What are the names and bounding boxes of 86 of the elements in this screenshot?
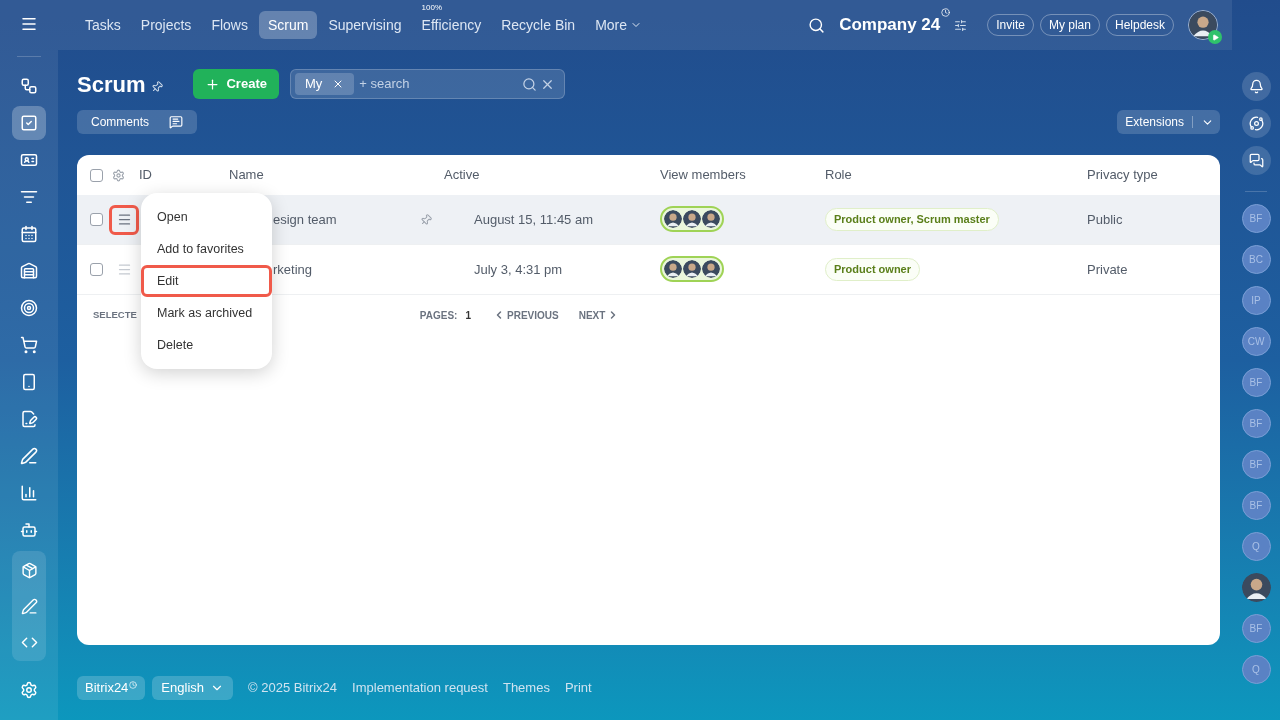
bell-icon [1248,79,1264,94]
nav-tab[interactable]: Supervising [319,11,411,39]
extensions-button[interactable]: Extensions [1117,110,1220,134]
target-icon [20,298,38,317]
members-group[interactable] [660,205,724,232]
settings-icon [20,681,38,699]
search-icon[interactable] [521,76,537,92]
clock-icon [129,681,138,689]
avatar [664,259,682,278]
bar-chart-icon [20,483,38,502]
comments-button[interactable]: Comments [77,110,197,134]
avatar [683,259,701,278]
language-select[interactable]: English [152,676,233,700]
plus-icon [205,76,221,92]
orbit-button[interactable] [1241,109,1271,138]
avatar [1241,573,1271,602]
nav-tab[interactable]: Projects [131,11,201,39]
document-icon [20,409,38,428]
role-tag: Product owner [825,258,920,281]
menu-icon [116,212,132,227]
filter-tag[interactable]: My [294,73,355,95]
column-header[interactable]: Name [229,167,264,183]
table-cell[interactable]: rketing [273,259,313,280]
table-cell: Private [1087,261,1128,277]
avatar [683,209,701,228]
nav-tab[interactable]: Recycle Bin [492,11,585,39]
pen-icon [20,446,38,465]
next-link[interactable]: NEXT [578,307,620,323]
column-header[interactable]: Privacy type [1087,167,1158,183]
clock-icon [941,8,951,17]
company-name[interactable]: Company 24 [839,12,941,38]
table-cell: July 3, 4:31 pm [474,261,563,277]
menu-item[interactable]: Mark as archived [141,297,272,329]
table-cell[interactable]: esign team [273,209,337,230]
row-menu-button[interactable] [109,204,139,235]
column-header[interactable]: View members [660,167,746,183]
checkbox[interactable] [90,263,103,276]
menu-item[interactable]: Edit [141,265,272,297]
avatar [702,259,720,278]
robot-icon [20,520,38,539]
orbit-icon [1248,116,1264,131]
nav-tab[interactable]: Flows [202,11,257,39]
percent-label: 100% [421,4,442,12]
bell-button[interactable] [1241,72,1271,101]
table-cell: August 15, 11:45 am [474,211,593,227]
page-number[interactable]: 1 [465,307,471,323]
role-tag: Product owner, Scrum master [825,208,999,231]
chat-icon [169,115,183,129]
sidebar-item[interactable] [12,105,46,140]
previous-link[interactable]: PREVIOUS [493,307,559,323]
pages-label: PAGES: [419,308,458,323]
flow-icon [20,76,38,95]
checkbox[interactable] [90,213,103,226]
cart-icon [20,335,38,354]
phone-icon [20,372,38,391]
search-input[interactable]: + search [359,74,522,94]
checkbox-icon [20,113,38,132]
sliders-icon[interactable] [954,18,968,32]
nav-tab[interactable]: Efficiency [412,11,491,39]
menu-item[interactable]: Open [141,201,272,233]
calendar-icon [20,224,38,243]
checkbox[interactable] [90,168,103,182]
brand-button[interactable]: Bitrix24 [77,676,146,700]
search-field[interactable]: My + search [289,69,565,99]
members-group[interactable] [660,255,724,282]
nav-tab[interactable]: More [586,11,652,39]
column-header[interactable]: Role [825,167,852,183]
menu-icon [116,262,132,277]
warehouse-icon [20,261,38,280]
selected-label: SELECTE [92,307,137,322]
table-cell: Public [1087,211,1123,227]
avatar [702,209,720,228]
search-icon[interactable] [808,16,826,34]
package-icon [20,561,38,579]
column-header[interactable]: ID [139,167,152,183]
avatar [664,209,682,228]
menu-icon [20,15,38,33]
nav-tab[interactable]: Scrum [258,11,318,39]
page-title: Scrum [77,70,146,99]
pen-icon [20,597,38,615]
chat-icon [1248,153,1264,168]
play-icon[interactable] [1208,30,1222,44]
nav-tab[interactable]: Tasks [76,11,130,39]
column-header[interactable]: Active [444,167,480,183]
menu-item[interactable]: Delete [141,329,272,361]
chat-button[interactable] [1241,146,1271,175]
